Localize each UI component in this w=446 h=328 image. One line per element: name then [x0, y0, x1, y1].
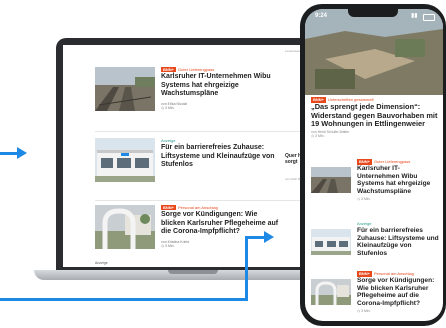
- article-read-time: 3 Min.: [361, 309, 371, 314]
- article-kicker: Anzeige: [161, 138, 176, 143]
- article-title[interactable]: Sorge vor Kündigungen: Wie blicken Karls…: [357, 277, 441, 307]
- care-home-thumbnail: [311, 279, 351, 305]
- phone-article-1[interactable]: BNN+ Guter Lieferengpass Karlsruher IT-Un…: [311, 159, 443, 213]
- battery-icon: [423, 14, 435, 21]
- arrow-right-icon: [17, 147, 27, 159]
- bnn-badge: BNN+: [161, 67, 177, 72]
- phone-mockup: 9:24 ▮▮ BNN+ Unterschriften gesammelt „Da…: [300, 4, 446, 326]
- laptop-top-label: Lesenswert: [285, 49, 301, 53]
- care-home-thumbnail: [95, 205, 155, 249]
- arrow-line: [0, 298, 248, 301]
- laptop-article-2[interactable]: Anzeige Für ein barrierefreies Zuhause: …: [95, 138, 279, 196]
- article-title[interactable]: Für ein barrierefreies Zuhause: Liftsyst…: [357, 227, 441, 257]
- divider: [95, 200, 321, 201]
- phone-screen: 9:24 ▮▮ BNN+ Unterschriften gesammelt „Da…: [305, 9, 443, 321]
- article-title[interactable]: Karlsruher IT-Unternehmen Wibu Systems h…: [161, 73, 279, 99]
- signal-icon: ▮▮: [411, 13, 418, 19]
- article-read-time: 3 Min.: [315, 133, 325, 138]
- laptop-article-3[interactable]: BNN+ Personal am Anschlag Sorge vor Kündi…: [95, 205, 279, 263]
- phone-article-2[interactable]: Anzeige Für ein barrierefreies Zuhause: …: [311, 221, 443, 275]
- building-thumbnail: [311, 229, 351, 255]
- article-kicker: BNN+ Personal am Anschlag: [161, 205, 218, 210]
- rail-tracks-thumbnail: [95, 67, 155, 111]
- rail-tracks-thumbnail: [311, 167, 351, 193]
- phone-notch: [348, 9, 398, 17]
- hero-title[interactable]: „Das sprengt jede Dimension“: Widerstand…: [311, 102, 439, 129]
- laptop-screen: Lesenswert BNN+ Guter Lieferengpass Karls…: [63, 45, 321, 267]
- article-read-time: 3 Min.: [165, 106, 175, 110]
- bnn-badge: BNN+: [161, 205, 177, 210]
- arrow-line: [245, 238, 248, 301]
- arrow-line: [0, 152, 18, 155]
- article-read-time: 3 Min.: [361, 197, 371, 202]
- building-thumbnail: [95, 138, 155, 182]
- article-title[interactable]: Sorge vor Kündigungen: Wie blicken Karls…: [161, 211, 279, 237]
- article-kicker: BNN+ Guter Lieferengpass: [161, 67, 215, 72]
- laptop-article-1[interactable]: BNN+ Guter Lieferengpass Karlsruher IT-Un…: [95, 67, 279, 125]
- status-time: 9:24: [315, 13, 328, 19]
- laptop-footer-label: Anzeige: [95, 261, 108, 265]
- arrow-right-icon: [264, 231, 274, 243]
- article-title[interactable]: Karlsruher IT-Unternehmen Wibu Systems h…: [357, 165, 441, 195]
- divider: [95, 131, 321, 132]
- hero-article[interactable]: BNN+ Unterschriften gesammelt „Das spreng…: [311, 97, 439, 138]
- arrow-line: [245, 236, 265, 239]
- article-read-time: 3 Min.: [165, 244, 175, 248]
- laptop-mockup: Lesenswert BNN+ Guter Lieferengpass Karls…: [56, 38, 328, 271]
- laptop-hinge-notch: [168, 270, 218, 274]
- article-title[interactable]: Für ein barrierefreies Zuhause: Liftsyst…: [161, 144, 279, 170]
- phone-article-3[interactable]: BNN+ Personal am Anschlag Sorge vor Kündi…: [311, 271, 443, 321]
